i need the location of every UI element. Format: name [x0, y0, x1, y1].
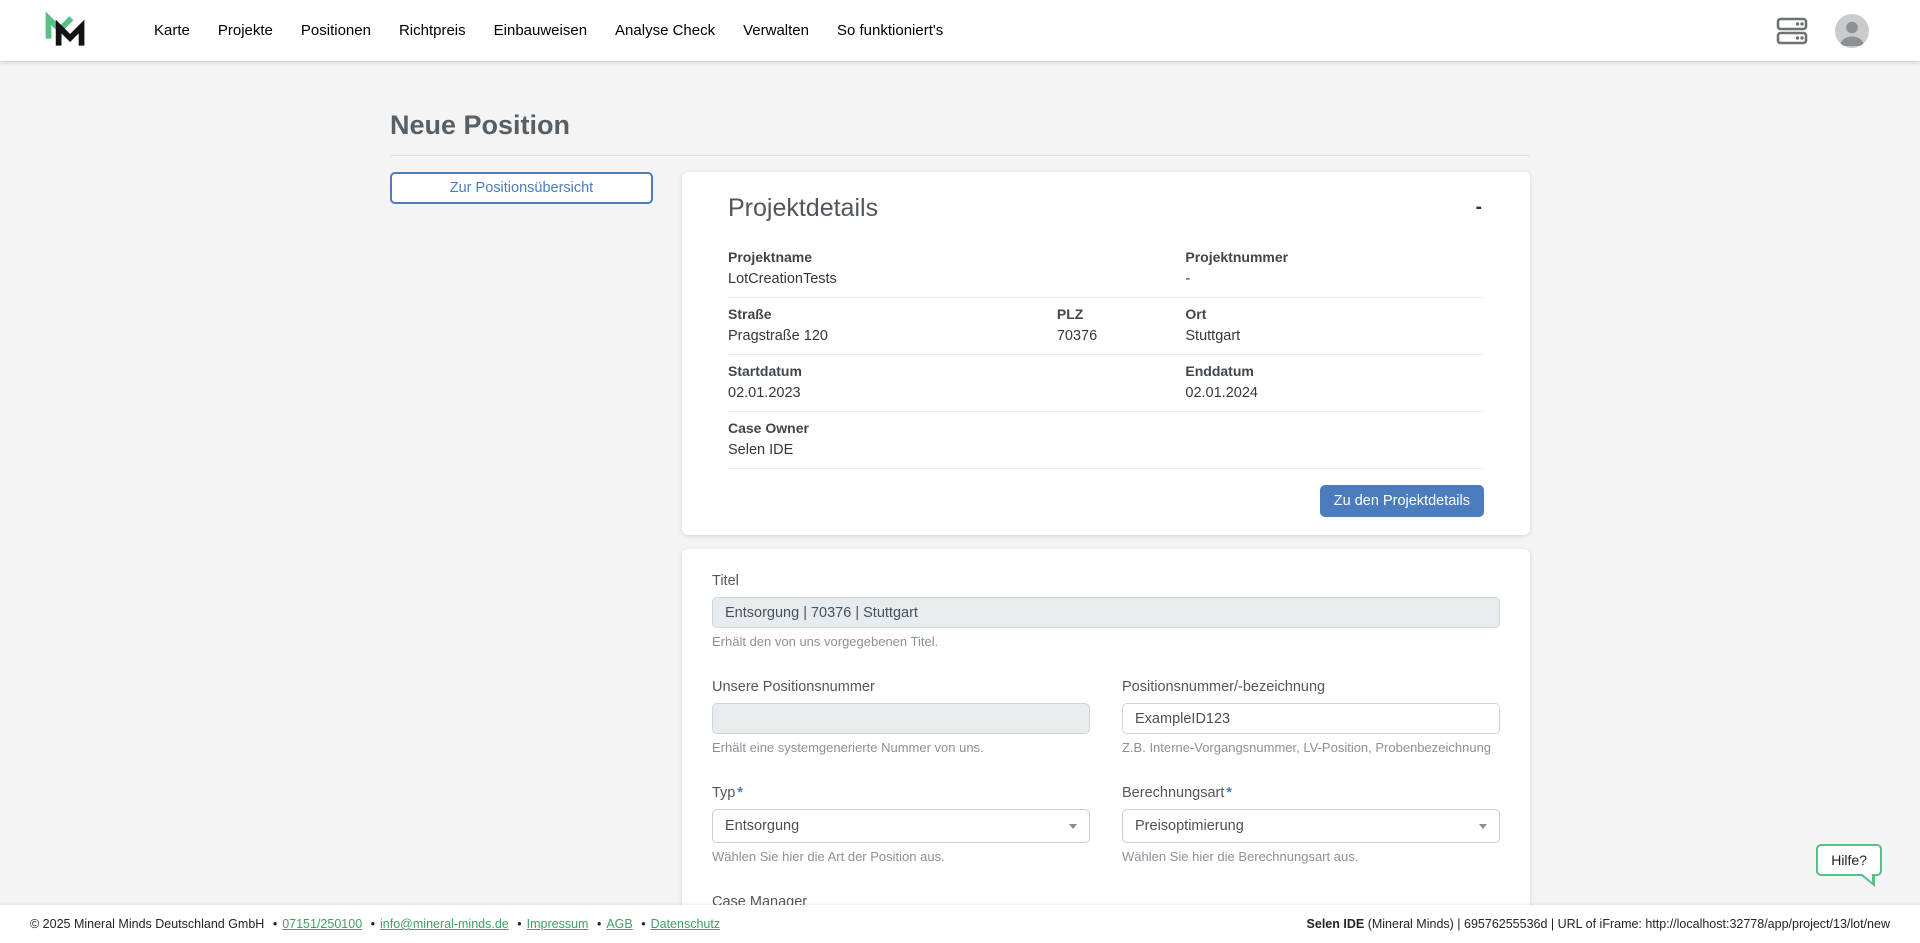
session-user: Selen IDE — [1307, 917, 1365, 931]
typ-help: Wählen Sie hier die Art der Position aus… — [712, 849, 1090, 864]
case-manager-group: Case Manager — [712, 894, 1090, 905]
typ-group: Typ* Entsorgung Wählen Sie hier die Art … — [712, 785, 1090, 864]
plz-label: PLZ — [1057, 306, 1176, 322]
project-row-address: Straße Pragstraße 120 PLZ 70376 Ort Stut… — [728, 298, 1484, 355]
ort-label: Ort — [1185, 306, 1474, 322]
titel-help: Erhält den von uns vorgegebenen Titel. — [712, 634, 1500, 649]
agb-link[interactable]: AGB — [606, 917, 632, 931]
typ-select-value: Entsorgung — [725, 818, 799, 834]
case-owner-label: Case Owner — [728, 420, 1474, 436]
footer-left: © 2025 Mineral Minds Deutschland GmbH •0… — [30, 917, 720, 931]
typ-select[interactable]: Entsorgung — [712, 809, 1090, 843]
session-details: (Mineral Minds) | 69576255536d | URL of … — [1364, 917, 1890, 931]
top-navbar: Karte Projekte Positionen Richtpreis Ein… — [0, 0, 1920, 61]
navbar-right — [1776, 13, 1870, 49]
projektnummer-label: Projektnummer — [1185, 249, 1474, 265]
server-icon[interactable] — [1776, 17, 1808, 45]
position-id-input[interactable] — [1122, 703, 1500, 734]
projektname-label: Projektname — [728, 249, 1175, 265]
new-position-form-card: Titel Erhält den von uns vorgegebenen Ti… — [682, 549, 1530, 905]
strasse-label: Straße — [728, 306, 1047, 322]
page-title: Neue Position — [390, 110, 1530, 141]
copyright-text: © 2025 Mineral Minds Deutschland GmbH — [30, 917, 264, 931]
berechnungsart-label: Berechnungsart* — [1122, 785, 1500, 801]
berechnungsart-select[interactable]: Preisoptimierung — [1122, 809, 1500, 843]
collapse-card-icon[interactable]: - — [1474, 194, 1484, 221]
position-id-group: Positionsnummer/-bezeichnung Z.B. Intern… — [1122, 679, 1500, 755]
plz-value: 70376 — [1057, 328, 1176, 344]
titel-input — [712, 597, 1500, 628]
berechnungsart-select-value: Preisoptimierung — [1135, 818, 1244, 834]
phone-link[interactable]: 07151/250100 — [282, 917, 362, 931]
go-to-project-details-button[interactable]: Zu den Projektdetails — [1320, 485, 1484, 517]
nav-item-karte[interactable]: Karte — [140, 12, 204, 49]
nav-item-projekte[interactable]: Projekte — [204, 12, 287, 49]
case-owner-value: Selen IDE — [728, 442, 1474, 458]
project-card-title: Projektdetails — [728, 194, 878, 223]
chevron-down-icon — [1069, 824, 1077, 829]
our-position-number-group: Unsere Positionsnummer Erhält eine syste… — [712, 679, 1090, 755]
our-position-number-input — [712, 703, 1090, 734]
typ-required-asterisk: * — [737, 785, 743, 801]
case-manager-label: Case Manager — [712, 894, 1090, 905]
enddatum-value: 02.01.2024 — [1185, 385, 1474, 401]
project-details-card: Projektdetails - Projektname LotCreation… — [682, 172, 1530, 535]
main-content: Neue Position Zur Positionsübersicht Pro… — [0, 61, 1920, 905]
ort-value: Stuttgart — [1185, 328, 1474, 344]
enddatum-label: Enddatum — [1185, 363, 1474, 379]
nav-item-richtpreis[interactable]: Richtpreis — [385, 12, 480, 49]
email-link[interactable]: info@mineral-minds.de — [380, 917, 509, 931]
help-button[interactable]: Hilfe? — [1816, 844, 1882, 876]
main-navigation: Karte Projekte Positionen Richtpreis Ein… — [140, 12, 957, 49]
title-divider — [390, 155, 1530, 156]
projektname-value: LotCreationTests — [728, 271, 1175, 287]
user-avatar-icon[interactable] — [1834, 13, 1870, 49]
position-overview-button[interactable]: Zur Positionsübersicht — [390, 172, 653, 204]
project-row-owner: Case Owner Selen IDE — [728, 412, 1484, 469]
nav-item-so-funktionierts[interactable]: So funktioniert's — [823, 12, 957, 49]
typ-label: Typ* — [712, 785, 1090, 801]
position-id-help: Z.B. Interne-Vorgangsnummer, LV-Position… — [1122, 740, 1500, 755]
project-row-dates: Startdatum 02.01.2023 Enddatum 02.01.202… — [728, 355, 1484, 412]
berechnungsart-help: Wählen Sie hier die Berechnungsart aus. — [1122, 849, 1500, 864]
berechnungsart-group: Berechnungsart* Preisoptimierung Wählen … — [1122, 785, 1500, 864]
impressum-link[interactable]: Impressum — [527, 917, 589, 931]
our-position-number-help: Erhält eine systemgenerierte Nummer von … — [712, 740, 1090, 755]
titel-label: Titel — [712, 573, 1500, 589]
mineral-minds-logo-icon[interactable] — [44, 8, 86, 54]
chevron-down-icon — [1479, 824, 1487, 829]
startdatum-value: 02.01.2023 — [728, 385, 1175, 401]
page-footer: © 2025 Mineral Minds Deutschland GmbH •0… — [0, 905, 1920, 943]
nav-item-einbauweisen[interactable]: Einbauweisen — [480, 12, 601, 49]
projektnummer-value: - — [1185, 271, 1474, 287]
session-info: Selen IDE (Mineral Minds) | 69576255536d… — [1307, 917, 1890, 931]
position-id-label: Positionsnummer/-bezeichnung — [1122, 679, 1500, 695]
strasse-value: Pragstraße 120 — [728, 328, 1047, 344]
nav-item-verwalten[interactable]: Verwalten — [729, 12, 823, 49]
nav-item-positionen[interactable]: Positionen — [287, 12, 385, 49]
nav-item-analyse-check[interactable]: Analyse Check — [601, 12, 729, 49]
titel-group: Titel Erhält den von uns vorgegebenen Ti… — [712, 573, 1500, 649]
datenschutz-link[interactable]: Datenschutz — [651, 917, 720, 931]
logo-svg — [44, 8, 86, 54]
berechnungsart-required-asterisk: * — [1226, 785, 1232, 801]
our-position-number-label: Unsere Positionsnummer — [712, 679, 1090, 695]
startdatum-label: Startdatum — [728, 363, 1175, 379]
project-row-name-number: Projektname LotCreationTests Projektnumm… — [728, 241, 1484, 298]
